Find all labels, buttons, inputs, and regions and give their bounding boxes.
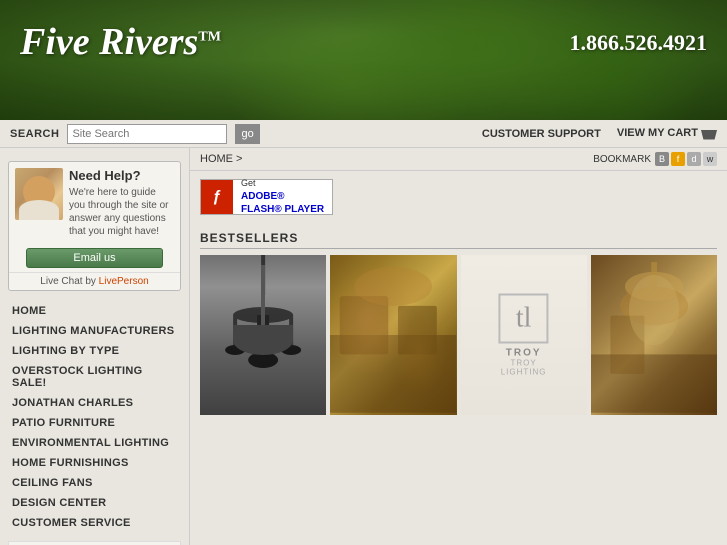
nav-item-jonathan-charles[interactable]: JONATHAN CHARLES — [0, 393, 189, 413]
help-avatar — [15, 168, 63, 220]
topbar: SEARCH go CUSTOMER SUPPORT VIEW MY CART — [0, 120, 727, 148]
nav-item-lighting-manufacturers[interactable]: LIGHTING MANUFACTURERS — [0, 321, 189, 341]
search-label: SEARCH — [10, 128, 59, 140]
chandelier-svg — [200, 255, 326, 415]
site-logo[interactable]: Five RiversTM — [20, 20, 221, 64]
flash-get: Get — [241, 178, 256, 188]
nav-item-customer-service[interactable]: CUSTOMER SERVICE — [0, 513, 189, 533]
flash-player-notice[interactable]: ƒ Get ADOBE® FLASH® PLAYER — [200, 179, 333, 215]
product-thumb-4[interactable] — [591, 255, 717, 415]
bookmark-icon-area: B f d w — [655, 152, 717, 166]
nav-item-home[interactable]: HOME — [0, 301, 189, 321]
nav-item-overstock[interactable]: OVERSTOCK LIGHTING SALE! — [0, 361, 189, 393]
breadcrumb: HOME > — [200, 153, 242, 165]
logo-text: Five Rivers — [20, 21, 198, 63]
nav-menu: HOME LIGHTING MANUFACTURERS LIGHTING BY … — [0, 301, 189, 533]
search-input[interactable] — [67, 124, 227, 144]
nav-item-ceiling-fans[interactable]: CEILING FANS — [0, 473, 189, 493]
bestsellers-section: BESTSELLERS — [200, 231, 717, 415]
view-cart-link[interactable]: VIEW MY CART — [617, 127, 717, 139]
cart-icon — [701, 128, 717, 140]
help-description: We're here to guide you through the site… — [69, 186, 174, 238]
flash-letter: ƒ — [213, 188, 222, 206]
main-layout: Need Help? We're here to guide you throu… — [0, 148, 727, 545]
header: Five RiversTM 1.866.526.4921 — [0, 0, 727, 120]
trademark-symbol: TM — [198, 29, 221, 44]
nav-item-furnishings[interactable]: HOME FURNISHINGS — [0, 453, 189, 473]
view-cart-text: VIEW MY CART — [617, 127, 698, 139]
help-text-area: Need Help? We're here to guide you throu… — [69, 168, 174, 238]
customer-support-link[interactable]: CUSTOMER SUPPORT — [482, 128, 601, 140]
liveperson-link[interactable]: LivePerson — [99, 276, 149, 287]
help-inner: Need Help? We're here to guide you throu… — [9, 162, 180, 244]
bookmark-icon-3[interactable]: d — [687, 152, 701, 166]
search-button[interactable]: go — [235, 124, 259, 144]
content-area: HOME > BOOKMARK B f d w ƒ Get ADOBE® F — [190, 148, 727, 545]
phone-number: 1.866.526.4921 — [570, 30, 708, 56]
bestsellers-title: BESTSELLERS — [200, 231, 717, 249]
product-thumb-3[interactable]: tl TROY TROY LIGHTING — [461, 255, 587, 415]
breadcrumb-bar: HOME > BOOKMARK B f d w — [190, 148, 727, 171]
livechat-text: Live Chat by LivePerson — [9, 272, 180, 290]
nav-item-patio[interactable]: PATIO FURNITURE — [0, 413, 189, 433]
flash-brand: ADOBE® FLASH® PLAYER — [241, 190, 324, 216]
help-box: Need Help? We're here to guide you throu… — [8, 161, 181, 291]
bookmark-bar: BOOKMARK B f d w — [593, 152, 717, 166]
flash-text: Get ADOBE® FLASH® PLAYER — [233, 178, 332, 216]
bookmark-label: BOOKMARK — [593, 154, 651, 165]
bestsellers-grid: tl TROY TROY LIGHTING — [200, 255, 717, 415]
help-title: Need Help? — [69, 168, 174, 183]
nav-item-design-center[interactable]: DESIGN CENTER — [0, 493, 189, 513]
email-us-button[interactable]: Email us — [26, 248, 163, 268]
room-scene-svg — [330, 255, 456, 415]
troy-logo-mark: tl — [499, 294, 549, 344]
nav-item-environmental[interactable]: ENVIRONMENTAL LIGHTING — [0, 433, 189, 453]
topbar-right: CUSTOMER SUPPORT VIEW MY CART — [482, 127, 717, 139]
chandelier-scene-svg — [591, 255, 717, 415]
bookmark-icon-1[interactable]: B — [655, 152, 669, 166]
livechat-prefix: Live Chat by — [40, 276, 98, 287]
troy-logo-subtext: TROY LIGHTING — [492, 359, 555, 377]
product-thumb-2[interactable] — [330, 255, 456, 415]
troy-logo: tl TROY TROY LIGHTING — [492, 294, 555, 377]
troy-logo-text: TROY — [492, 348, 555, 359]
sidebar: Need Help? We're here to guide you throu… — [0, 148, 190, 545]
flash-icon: ƒ — [201, 180, 233, 214]
bookmark-icon-2[interactable]: f — [671, 152, 685, 166]
newsletter-box: Newsletter Receive tips, ideas, — [8, 541, 181, 545]
nav-item-lighting-type[interactable]: LIGHTING BY TYPE — [0, 341, 189, 361]
product-thumb-1[interactable] — [200, 255, 326, 415]
bookmark-icon-4[interactable]: w — [703, 152, 717, 166]
